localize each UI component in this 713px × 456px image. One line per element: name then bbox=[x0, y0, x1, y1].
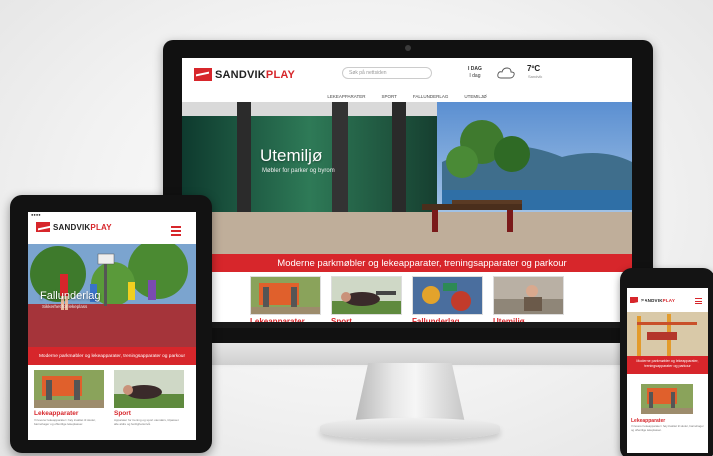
logo-mark-icon bbox=[630, 297, 638, 303]
monitor-base bbox=[320, 418, 500, 440]
weather-day: I DAG I dag bbox=[468, 66, 482, 79]
tablet-screen: ●●●● SANDVIKPLAY Fallunderlag Sikkerhet … bbox=[28, 212, 196, 440]
camera-icon bbox=[405, 45, 411, 51]
card-image[interactable] bbox=[641, 384, 693, 414]
hamburger-menu-icon[interactable] bbox=[171, 226, 181, 238]
card-lekeapparater[interactable]: Lekeapparater Vi leverer lekeapparater i… bbox=[34, 370, 104, 426]
card-fallunderlag[interactable]: Fallunderlag bbox=[412, 276, 483, 326]
search-input[interactable]: Søk på nettsiden bbox=[342, 67, 432, 79]
hero-subtitle: Møbler for parker og byrom bbox=[262, 168, 335, 174]
card-sport[interactable]: Sport Apparater for trening og sport ute… bbox=[114, 370, 184, 426]
monitor-stand bbox=[355, 363, 465, 423]
main-nav: LEKEAPPARATER SPORT FALLUNDERLAG UTEMILJ… bbox=[182, 92, 632, 102]
card-image bbox=[250, 276, 321, 315]
site-footer bbox=[182, 322, 632, 328]
hero-title: Fallunderlag bbox=[40, 290, 101, 302]
nav-fallunderlag[interactable]: FALLUNDERLAG bbox=[413, 94, 449, 102]
hero-title: Utemiljø bbox=[260, 146, 323, 165]
tagline-band: Moderne parkmøbler og lekeapparater, tre… bbox=[627, 356, 708, 374]
temperature: 7ºC bbox=[527, 64, 541, 73]
hero-image bbox=[182, 102, 632, 254]
tagline-band: Moderne parkmøbler og lekeapparater, tre… bbox=[212, 254, 632, 272]
card-image bbox=[34, 370, 104, 408]
monitor-chin bbox=[163, 343, 653, 365]
site-header: SANDVIKPLAY Søk på nettsiden I DAG I dag… bbox=[182, 58, 632, 92]
site-logo[interactable]: SANDVIKPLAY bbox=[194, 68, 295, 81]
card-utemiljo[interactable]: Utemiljø bbox=[493, 276, 564, 326]
site-logo[interactable]: SANDVIKPLAY bbox=[36, 222, 112, 232]
card-image bbox=[412, 276, 483, 315]
category-cards: Lekeapparater Sport Fallunderlag Utemilj… bbox=[250, 276, 564, 326]
cloud-icon bbox=[497, 66, 515, 84]
card-lekeapparater[interactable]: Lekeapparater bbox=[250, 276, 321, 326]
category-cards: Lekeapparater Vi leverer lekeapparater i… bbox=[34, 370, 184, 426]
logo-mark-icon bbox=[194, 68, 212, 81]
logo-text: SANDVIKPLAY bbox=[53, 222, 112, 232]
card-image bbox=[331, 276, 402, 315]
card-image bbox=[493, 276, 564, 315]
card-image bbox=[114, 370, 184, 408]
logo-mark-icon bbox=[36, 222, 50, 232]
site-logo[interactable]: SANDVIKPLAY bbox=[630, 297, 675, 303]
hero-image bbox=[627, 312, 708, 356]
desktop-screen: SANDVIKPLAY Søk på nettsiden I DAG I dag… bbox=[182, 58, 632, 328]
hero-subtitle: Sikkerhet for lekeplass bbox=[42, 304, 88, 309]
nav-utemiljo[interactable]: UTEMILJØ bbox=[464, 94, 486, 102]
card-sport[interactable]: Sport bbox=[331, 276, 402, 326]
temperature-location: Sandvik bbox=[528, 74, 543, 79]
logo-text: SANDVIKPLAY bbox=[641, 297, 676, 303]
hamburger-menu-icon[interactable] bbox=[695, 298, 702, 305]
site-header: SANDVIKPLAY bbox=[627, 292, 708, 310]
tagline-band: Moderne parkmøbler og lekeapparater, tre… bbox=[28, 347, 196, 365]
nav-lekeapparater[interactable]: LEKEAPPARATER bbox=[327, 94, 365, 102]
card-text: Vi leverer lekeapparater i høy kvalitet … bbox=[631, 424, 704, 432]
logo-text: SANDVIKPLAY bbox=[215, 68, 296, 81]
nav-sport[interactable]: SPORT bbox=[381, 94, 396, 102]
phone-screen: SANDVIKPLAY Moderne parkmøbler og lekeap… bbox=[627, 288, 708, 453]
